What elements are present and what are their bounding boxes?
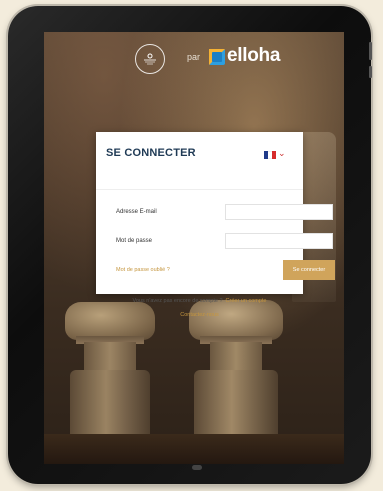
header: par elloha — [44, 32, 344, 88]
password-field[interactable] — [225, 233, 333, 249]
forgot-password-link[interactable]: Mot de passe oublié ? — [116, 267, 170, 273]
tablet-screen: par elloha SE CONNECTER ⌄ Adresse E-mail… — [44, 32, 344, 464]
elloha-brand-name: elloha — [227, 45, 281, 66]
tablet-side-button — [369, 42, 372, 60]
tablet-home-indicator — [192, 465, 202, 470]
email-field[interactable] — [225, 204, 333, 220]
login-panel: SE CONNECTER ⌄ Adresse E-mail Mot de pas… — [96, 132, 335, 318]
login-title: SE CONNECTER — [106, 147, 196, 159]
table-surface — [44, 434, 344, 464]
tablet-volume-button — [369, 66, 372, 78]
email-label: Adresse E-mail — [116, 209, 157, 215]
champagne-cork-right — [186, 300, 286, 442]
password-label: Mot de passe — [116, 238, 153, 244]
language-selector[interactable] — [264, 151, 276, 159]
no-account-text: Vous n'avez pas encore de compte ? — [132, 298, 223, 304]
chevron-down-icon[interactable]: ⌄ — [278, 148, 286, 159]
flag-red-stripe — [272, 151, 276, 159]
create-account-link[interactable]: Créer un compte — [226, 298, 267, 304]
chardonnay-circle-logo-icon — [135, 44, 165, 74]
elloha-square-icon — [209, 49, 225, 65]
partner-logo-mark — [144, 53, 156, 65]
champagne-cork-left — [62, 302, 158, 442]
panel-divider — [96, 189, 303, 190]
login-button[interactable]: Se connecter — [283, 260, 335, 280]
par-text: par — [187, 52, 201, 62]
contact-link[interactable]: Contactez-nous — [96, 312, 303, 318]
no-account-line: Vous n'avez pas encore de compte ? Créer … — [96, 298, 303, 304]
